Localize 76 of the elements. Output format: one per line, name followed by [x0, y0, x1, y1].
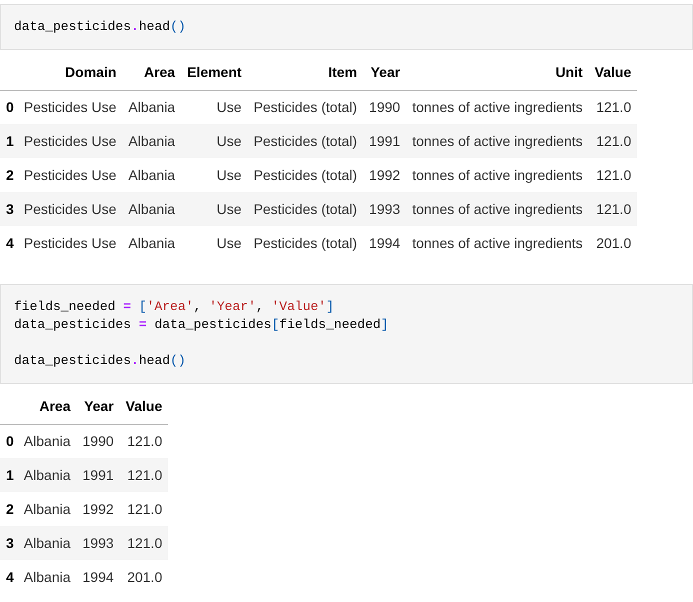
- table-cell: Albania: [122, 226, 182, 260]
- column-header: Element: [181, 56, 248, 90]
- table-cell: 1992: [76, 492, 120, 526]
- code-line: fields_needed = ['Area', 'Year', 'Value']: [14, 298, 335, 316]
- table-cell: 1994: [363, 226, 406, 260]
- table-cell: Albania: [122, 124, 182, 158]
- table-cell: 121.0: [588, 124, 638, 158]
- row-index: 3: [0, 526, 18, 560]
- column-header: Year: [363, 56, 406, 90]
- table-cell: 1993: [363, 192, 406, 226]
- column-header: Value: [120, 390, 168, 424]
- table-cell: Pesticides Use: [18, 90, 122, 124]
- table-cell: 1992: [363, 158, 406, 192]
- code-line: data_pesticides.head(): [14, 352, 187, 370]
- table-cell: 121.0: [588, 90, 638, 124]
- table-cell: 121.0: [120, 526, 168, 560]
- table-cell: 201.0: [120, 560, 168, 594]
- row-index: 0: [0, 90, 18, 124]
- table-cell: 1991: [76, 458, 120, 492]
- table-cell: tonnes of active ingredients: [406, 90, 589, 124]
- table-cell: Albania: [18, 458, 76, 492]
- table-cell: Use: [181, 90, 248, 124]
- table-cell: Albania: [18, 424, 76, 458]
- table-cell: Use: [181, 124, 248, 158]
- code-cell[interactable]: data_pesticides.head(): [0, 4, 693, 50]
- table-cell: Pesticides (total): [248, 90, 364, 124]
- table-cell: Albania: [122, 158, 182, 192]
- table-cell: 121.0: [120, 492, 168, 526]
- table-cell: 121.0: [120, 424, 168, 458]
- table-cell: 201.0: [588, 226, 638, 260]
- column-header: Area: [122, 56, 182, 90]
- table-cell: 121.0: [588, 192, 638, 226]
- table-cell: Pesticides (total): [248, 192, 364, 226]
- row-index: 3: [0, 192, 18, 226]
- table-cell: Albania: [18, 492, 76, 526]
- table-cell: Albania: [122, 90, 182, 124]
- column-header: Unit: [406, 56, 589, 90]
- code-line: data_pesticides = data_pesticides[fields_needed]: [14, 316, 390, 334]
- code-line: data_pesticides.head(): [14, 18, 187, 36]
- column-header: Area: [18, 390, 76, 424]
- table-cell: tonnes of active ingredients: [406, 192, 589, 226]
- table-cell: 1993: [76, 526, 120, 560]
- table-cell: Albania: [122, 192, 182, 226]
- table-cell: tonnes of active ingredients: [406, 226, 589, 260]
- table-cell: Pesticides Use: [18, 192, 122, 226]
- table-cell: Use: [181, 192, 248, 226]
- table-cell: Pesticides (total): [248, 158, 364, 192]
- column-header: Year: [76, 390, 120, 424]
- table-cell: Use: [181, 158, 248, 192]
- column-header: Value: [588, 56, 638, 90]
- table-cell: Use: [181, 226, 248, 260]
- row-index: 2: [0, 492, 18, 526]
- column-header: Domain: [18, 56, 122, 90]
- table-cell: Albania: [18, 560, 76, 594]
- table-cell: 121.0: [588, 158, 638, 192]
- table-cell: tonnes of active ingredients: [406, 124, 589, 158]
- row-index: 4: [0, 226, 18, 260]
- row-index: 1: [0, 124, 18, 158]
- column-header: Item: [248, 56, 364, 90]
- table-cell: 1990: [363, 90, 406, 124]
- table-cell: Albania: [18, 526, 76, 560]
- table-cell: 1991: [363, 124, 406, 158]
- table-cell: tonnes of active ingredients: [406, 158, 589, 192]
- table-cell: 1990: [76, 424, 120, 458]
- table-cell: Pesticides Use: [18, 226, 122, 260]
- row-index: 4: [0, 560, 18, 594]
- table-cell: Pesticides (total): [248, 124, 364, 158]
- table-cell: Pesticides (total): [248, 226, 364, 260]
- code-cell[interactable]: fields_needed = ['Area', 'Year', 'Value'] data_pesticides = data_pesticides[fields_needed] data_pesticides.head(): [0, 284, 693, 384]
- table-cell: Pesticides Use: [18, 124, 122, 158]
- table-cell: Pesticides Use: [18, 158, 122, 192]
- table-cell: 121.0: [120, 458, 168, 492]
- table-cell: 1994: [76, 560, 120, 594]
- row-index: 0: [0, 424, 18, 458]
- row-index: 2: [0, 158, 18, 192]
- row-index: 1: [0, 458, 18, 492]
